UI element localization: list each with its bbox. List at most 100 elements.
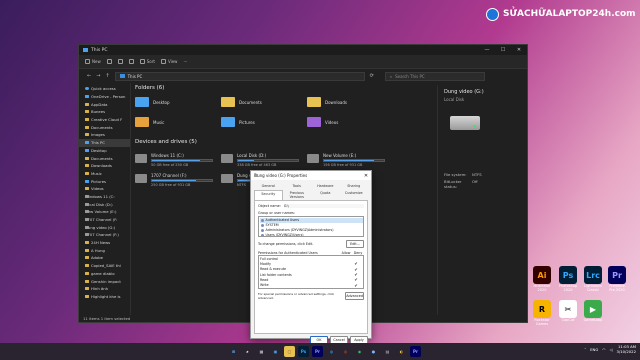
sidebar-item[interactable]: Pictures (79, 177, 130, 185)
advanced-button[interactable]: Advanced (345, 292, 364, 300)
taskbar-app-icon[interactable]: ▦ (256, 346, 267, 357)
taskbar-app-icon[interactable]: ▤ (382, 346, 393, 357)
sidebar-item[interactable]: Images (79, 131, 130, 139)
taskbar-app-icon[interactable]: ◐ (396, 346, 407, 357)
sidebar-item[interactable]: 24H News (79, 239, 130, 247)
edit-button[interactable]: Edit... (346, 240, 364, 248)
sidebar-item[interactable]: Copied_SAIE thi (79, 262, 130, 270)
sidebar-item[interactable]: Local Disk (D:) (79, 200, 130, 208)
tab-previous-versions[interactable]: Previous Versions (283, 190, 312, 200)
taskbar-app-icon[interactable]: Ps (298, 346, 309, 357)
taskbar-app-icon[interactable]: ▣ (270, 346, 281, 357)
copy-button[interactable] (117, 59, 123, 64)
taskbar-app-icon[interactable]: ⌕ (242, 346, 253, 357)
close-button[interactable]: ✕ (511, 45, 527, 55)
cut-button[interactable] (106, 59, 112, 64)
folder-tile[interactable]: Videos (307, 117, 338, 127)
more-button[interactable]: ··· (183, 59, 187, 64)
desktop-app-icon[interactable]: Lrc Lightroom Classic (582, 266, 604, 293)
drive-tile[interactable]: New Volume (E:) 156 GB free of 931 GB (307, 153, 385, 167)
folder-tile[interactable]: Music (135, 117, 164, 127)
folder-tile[interactable]: Documents (221, 97, 262, 107)
view-button[interactable]: View (160, 59, 177, 64)
drive-tile[interactable]: 1707 Channel (F:) 250 GB free of 931 GB (135, 173, 213, 187)
sidebar-item[interactable]: This PC (79, 138, 130, 147)
sidebar-item[interactable]: Videos (79, 185, 130, 193)
sidebar-item[interactable]: New Volume (E:) (79, 208, 130, 216)
sidebar-item[interactable]: Documents (79, 154, 130, 162)
desktop-app-icon[interactable]: Ai Illustrator 2020 (531, 266, 553, 293)
desktop-app-icon[interactable]: ▶ GameLoop (582, 300, 604, 323)
taskbar-app-icon[interactable]: ◎ (340, 346, 351, 357)
sidebar-item[interactable]: OneDrive - Person (79, 93, 130, 101)
taskbar-app-icon[interactable]: Pr (312, 346, 323, 357)
sidebar-item[interactable]: 1707 Channel (F:) (79, 231, 130, 239)
address-box[interactable]: This PC (114, 71, 365, 81)
sidebar-item[interactable]: Hình ảnh (79, 285, 130, 293)
start-button-icon[interactable]: ⊞ (228, 346, 239, 357)
tab-hardware[interactable]: Hardware (311, 183, 340, 189)
sidebar-item[interactable]: Quick access (79, 85, 130, 93)
address-text: This PC (127, 73, 143, 79)
tray-chevron-icon[interactable]: ˄ (584, 347, 586, 352)
tab-quota[interactable]: Quota (311, 190, 340, 200)
language-indicator[interactable]: ENG (590, 347, 598, 352)
drive-free-space: 338 GB free of 463 GB (237, 163, 277, 167)
taskbar-app-icon[interactable]: ● (368, 346, 379, 357)
tab-general[interactable]: General (254, 183, 283, 189)
sidebar-item[interactable]: Desktop (79, 147, 130, 155)
dialog-titlebar[interactable]: Dung video (G:) Properties ✕ (251, 171, 371, 180)
wifi-icon[interactable]: ◠ (602, 347, 605, 352)
sidebar-item[interactable]: Adobe (79, 254, 130, 262)
sidebar-item[interactable]: Creative Cloud F (79, 116, 130, 124)
sidebar-item[interactable]: Bunees (79, 108, 130, 116)
folder-icon (85, 110, 89, 114)
folder-tile[interactable]: Desktop (135, 97, 170, 107)
taskbar-app-icon[interactable]: ◍ (326, 346, 337, 357)
sidebar-item[interactable]: game diablo (79, 270, 130, 278)
tab-security[interactable]: Security (254, 190, 283, 200)
maximize-button[interactable]: ☐ (495, 45, 511, 55)
sidebar-item[interactable]: 1707 Channel (F: (79, 216, 130, 224)
new-button[interactable]: New (85, 59, 101, 64)
folder-tile[interactable]: Downloads (307, 97, 347, 107)
sidebar-item[interactable]: Windows 11 (C: (79, 193, 130, 201)
folders-heading[interactable]: Folders (6) (135, 85, 431, 91)
rename-button[interactable] (128, 59, 134, 64)
sidebar-item-label: 1707 Channel (F:) (85, 232, 119, 238)
refresh-icon[interactable]: ⟳ (370, 73, 374, 79)
sidebar-item[interactable]: Music (79, 170, 130, 178)
explorer-titlebar[interactable]: This PC — ☐ ✕ (79, 45, 527, 55)
desktop-app-icon[interactable]: ✂ CapCut (557, 300, 579, 323)
dialog-close-button[interactable]: ✕ (361, 173, 371, 179)
forward-arrow-icon[interactable]: → (96, 73, 100, 79)
sidebar-item[interactable]: Documents (79, 123, 130, 131)
up-arrow-icon[interactable]: ↑ (105, 73, 109, 79)
minimize-button[interactable]: — (479, 45, 495, 55)
folder-tile[interactable]: Pictures (221, 117, 255, 127)
taskbar-app-icon[interactable]: ◉ (354, 346, 365, 357)
search-input[interactable]: ⌕ Search This PC (384, 71, 485, 81)
sidebar-item[interactable]: Dung video (G:) (79, 223, 130, 231)
taskbar-app-icon[interactable]: Pr (410, 346, 421, 357)
clock[interactable]: 11:03 AM 3/10/2022 (617, 344, 636, 354)
drives-heading[interactable]: Devices and drives (5) (135, 139, 431, 145)
sidebar-item[interactable]: AppData (79, 100, 130, 108)
sidebar-item[interactable]: Genshin impact (79, 277, 130, 285)
sidebar-item[interactable]: Highlight khe is (79, 293, 130, 301)
tab-tools[interactable]: Tools (283, 183, 312, 189)
tab-sharing[interactable]: Sharing (340, 183, 369, 189)
user-list-item[interactable]: Users (DYVINGZ\Users) (260, 233, 363, 236)
tab-customize[interactable]: Customize (340, 190, 369, 200)
drive-tile[interactable]: Local Disk (D:) 338 GB free of 463 GB (221, 153, 299, 167)
sidebar-item[interactable]: Downloads (79, 162, 130, 170)
volume-icon[interactable]: ◁ (610, 347, 613, 352)
sort-button[interactable]: Sort (139, 59, 155, 64)
desktop-app-icon[interactable]: R Rockstar Games (531, 300, 553, 327)
taskbar-app-icon[interactable]: ▢ (284, 346, 295, 357)
drive-tile[interactable]: Windows 11 (C:) 50 GB free of 250 GB (135, 153, 213, 167)
desktop-app-icon[interactable]: Ps Photoshop 2020 (557, 266, 579, 293)
back-arrow-icon[interactable]: ← (87, 73, 91, 79)
desktop-app-icon[interactable]: Pr Premiere Pro 2020 (606, 266, 628, 293)
sidebar-item[interactable]: A Hung (79, 246, 130, 254)
